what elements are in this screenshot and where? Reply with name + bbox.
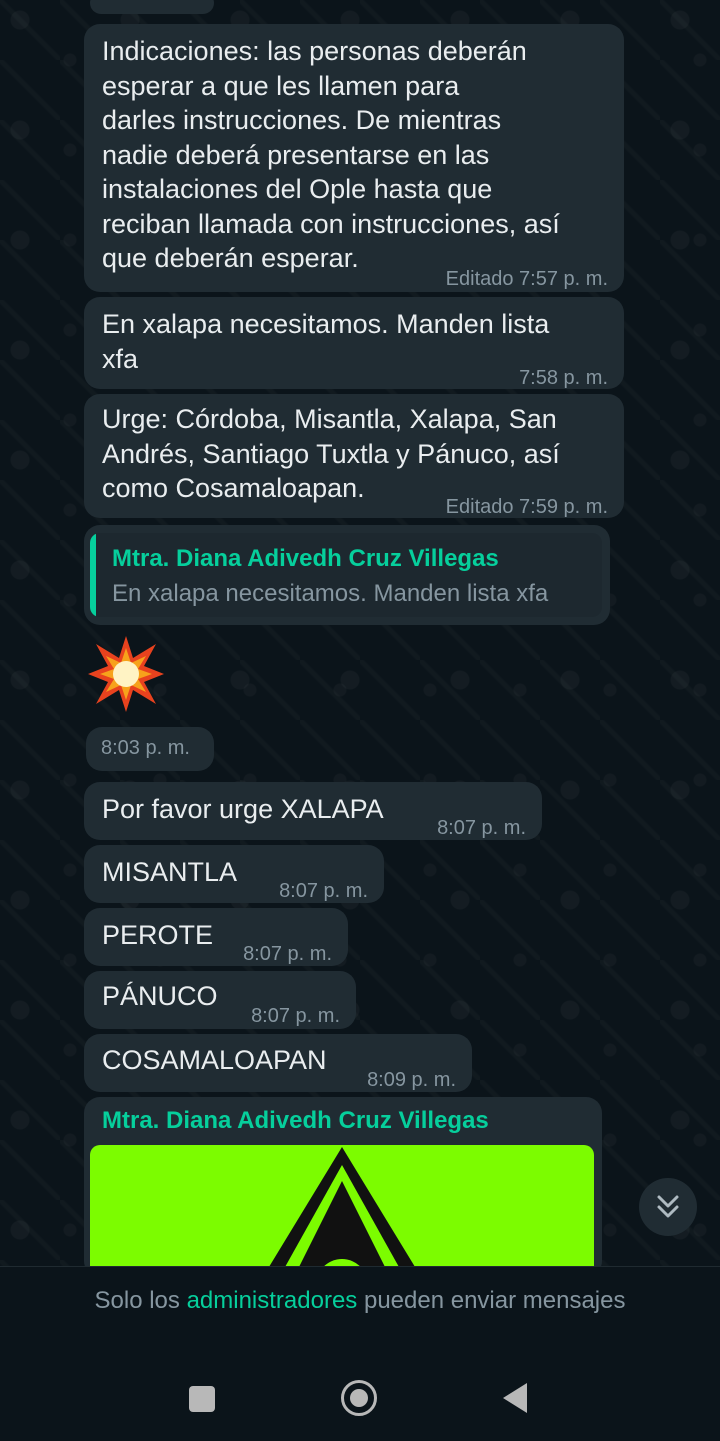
message-line: instalaciones del Ople hasta que [102,174,493,204]
home-button[interactable] [341,1380,377,1416]
message-line: En xalapa necesitamos. Manden lista [102,309,550,339]
collision-emoji [88,636,164,712]
message-timestamp: Editado 7:59 p. m. [445,496,608,518]
warning-triangle-icon [269,1147,415,1266]
message-timestamp: Editado 7:57 p. m. [445,268,608,290]
admins-link[interactable]: administradores [187,1287,358,1314]
message-line: reciban llamada con instrucciones, así [102,208,560,239]
admins-only-notice: Solo los administradores pueden enviar m… [0,1287,720,1315]
quoted-text: En xalapa necesitamos. Manden lista xfa [112,580,549,607]
message-timestamp: 8:07 p. m. [437,817,526,839]
back-button[interactable] [503,1383,527,1413]
message-line: darles instrucciones. De mientras [102,105,502,135]
double-chevron-down-icon [657,1195,679,1218]
message-text: PÁNUCO [102,981,218,1011]
message-timestamp: 8:07 p. m. [251,1005,340,1027]
notice-suffix: pueden enviar mensajes [357,1287,626,1314]
message-bubble[interactable]: COSAMALOAPAN 8:09 p. m. [84,1034,472,1092]
emoji-timestamp-pill: 8:03 p. m. [86,727,214,771]
message-image[interactable] [90,1145,594,1266]
quoted-message[interactable]: Mtra. Diana Adivedh Cruz Villegas En xal… [90,533,602,617]
message-text: MISANTLA [102,857,238,887]
message-timestamp: 8:09 p. m. [367,1069,456,1091]
system-navigation-bar [0,1351,720,1441]
sender-name: Mtra. Diana Adivedh Cruz Villegas [102,1107,489,1134]
quote-accent-bar [90,533,96,617]
message-text: PEROTE [102,920,214,950]
message-line: Urge: Córdoba, Misantla, Xalapa, San [102,404,557,434]
message-timestamp: 7:58 p. m. [519,367,608,389]
message-line: nadie deberá presentarse en las [102,139,490,170]
scroll-to-bottom-button[interactable] [639,1178,697,1236]
message-bubble[interactable]: Urge: Córdoba, Misantla, Xalapa, San And… [84,394,624,518]
recents-button[interactable] [189,1386,215,1412]
message-line: Indicaciones: las personas deberán [102,36,527,66]
message-text: COSAMALOAPAN [102,1045,327,1075]
message-line: esperar a que les llamen para [102,70,460,101]
message-bubble[interactable]: PEROTE 8:07 p. m. [84,908,348,966]
message-bubble[interactable]: MISANTLA 8:07 p. m. [84,845,384,903]
chat-background[interactable]: Indicaciones: las personas deberán esper… [0,0,720,1266]
message-timestamp: 8:03 p. m. [101,737,190,759]
message-bubble[interactable]: PÁNUCO 8:07 p. m. [84,971,356,1029]
message-line: Andrés, Santiago Tuxtla y Pánuco, así [102,438,560,469]
message-bubble[interactable]: Indicaciones: las personas deberán esper… [84,24,624,292]
message-text: Por favor urge XALAPA [102,794,384,824]
composer-disabled-footer: Solo los administradores pueden enviar m… [0,1266,720,1441]
message-timestamp: 8:07 p. m. [243,943,332,965]
message-timestamp: 8:07 p. m. [279,880,368,902]
quoted-author: Mtra. Diana Adivedh Cruz Villegas [112,545,499,572]
notice-prefix: Solo los [94,1287,187,1314]
media-message-bubble[interactable]: Mtra. Diana Adivedh Cruz Villegas [84,1097,602,1266]
previous-message-edge [90,0,214,14]
message-bubble[interactable]: Por favor urge XALAPA 8:07 p. m. [84,782,542,840]
message-bubble[interactable]: En xalapa necesitamos. Manden lista xfa … [84,297,624,389]
